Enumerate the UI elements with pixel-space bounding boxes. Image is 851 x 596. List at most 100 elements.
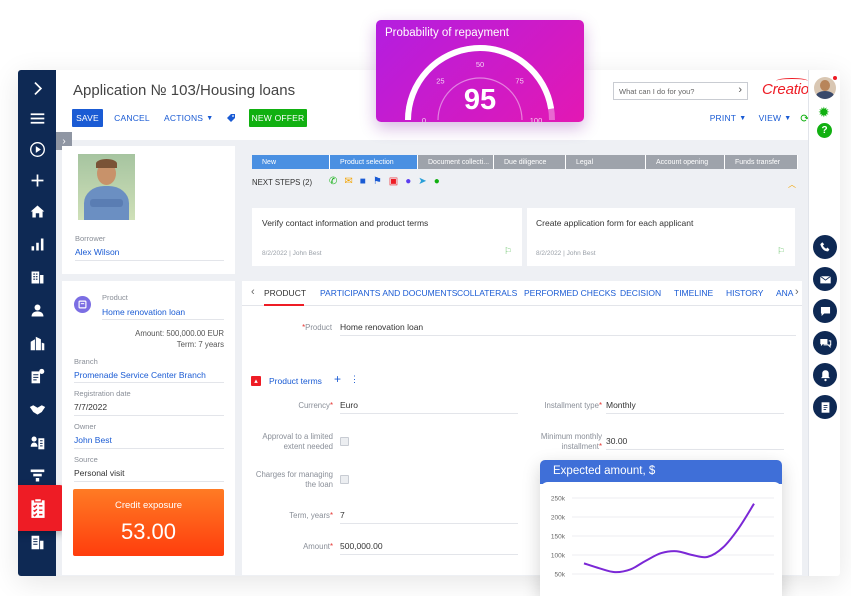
term-summary: Term: 7 years bbox=[176, 340, 224, 349]
play-icon[interactable] bbox=[24, 137, 50, 161]
next-steps-label[interactable]: NEXT STEPS (2) bbox=[252, 178, 312, 187]
product-value[interactable]: Home renovation loan bbox=[102, 307, 185, 317]
tab-5[interactable]: TIMELINE bbox=[674, 288, 713, 298]
chevron-down-icon: ▼ bbox=[784, 114, 792, 122]
approval-checkbox[interactable] bbox=[340, 437, 349, 446]
applications-nav-item-active[interactable] bbox=[18, 485, 65, 531]
tab-1[interactable]: PARTICIPANTS AND DOCUMENTS bbox=[320, 288, 457, 298]
tab-0[interactable]: PRODUCT bbox=[264, 288, 306, 298]
menu-icon[interactable] bbox=[24, 106, 50, 130]
tab-7[interactable]: ANA bbox=[776, 288, 793, 298]
documents-icon[interactable] bbox=[24, 364, 50, 388]
stage-5[interactable]: Account opening bbox=[646, 155, 725, 169]
command-line[interactable]: What can I do for you? › bbox=[613, 82, 748, 100]
product-field-label: *Product bbox=[302, 323, 332, 332]
chat-icon[interactable]: ■ bbox=[360, 177, 366, 187]
source-label: Source bbox=[74, 455, 98, 464]
chevron-up-icon[interactable]: ︿ bbox=[788, 179, 796, 190]
messenger-icon[interactable]: ● bbox=[405, 177, 411, 187]
term-value[interactable]: 7 bbox=[340, 510, 345, 520]
flag-icon[interactable]: ⚑ bbox=[373, 177, 382, 187]
task-title[interactable]: Verify contact information and product t… bbox=[262, 218, 428, 228]
chevron-right-icon[interactable] bbox=[24, 76, 50, 100]
view-button[interactable]: VIEW ▼ bbox=[759, 109, 791, 127]
owner-value[interactable]: John Best bbox=[74, 435, 112, 445]
left-navigation bbox=[18, 70, 65, 576]
registration-value[interactable]: 7/7/2022 bbox=[74, 402, 107, 412]
gear-icon[interactable]: ✹ bbox=[818, 105, 830, 119]
actions-button[interactable]: ACTIONS ▼ bbox=[164, 109, 213, 127]
more-icon[interactable]: ⋮ bbox=[350, 374, 359, 385]
stage-panel: New Product selection Document collecti...… bbox=[242, 146, 802, 202]
task-meta: 8/2/2022 | John Best bbox=[536, 250, 596, 257]
email-icon[interactable] bbox=[813, 267, 837, 291]
analytics-icon[interactable] bbox=[24, 232, 50, 256]
tab-3[interactable]: PERFORMED CHECKS bbox=[524, 288, 616, 298]
tab-2[interactable]: COLLATERALS bbox=[457, 288, 517, 298]
cancel-button[interactable]: CANCEL bbox=[114, 109, 150, 127]
chevron-right-icon[interactable]: › bbox=[738, 84, 742, 96]
handshake-icon[interactable] bbox=[24, 397, 50, 421]
task-card[interactable]: Create application form for each applica… bbox=[527, 208, 795, 266]
stage-0[interactable]: New bbox=[252, 155, 330, 169]
task-owner: John Best bbox=[292, 250, 322, 257]
branches-icon[interactable] bbox=[24, 430, 50, 454]
product-field-value[interactable]: Home renovation loan bbox=[340, 322, 423, 332]
buildings-icon[interactable] bbox=[24, 331, 50, 355]
flag-icon[interactable]: ⚐ bbox=[504, 246, 512, 257]
avatar[interactable] bbox=[814, 77, 836, 99]
accounts-icon[interactable] bbox=[24, 265, 50, 289]
telegram-icon[interactable]: ➤ bbox=[418, 177, 426, 187]
borrower-label: Borrower bbox=[75, 234, 106, 243]
print-button[interactable]: PRINT ▼ bbox=[710, 109, 746, 127]
reports-icon[interactable] bbox=[24, 530, 50, 554]
section-title[interactable]: Product terms bbox=[269, 376, 322, 386]
whatsapp-icon[interactable]: ● bbox=[434, 177, 440, 187]
home-icon[interactable] bbox=[24, 199, 50, 223]
chat-icon[interactable] bbox=[813, 299, 837, 323]
amount-value[interactable]: 500,000.00 bbox=[340, 541, 383, 551]
feed-icon[interactable] bbox=[813, 331, 837, 355]
stage-6[interactable]: Funds transfer bbox=[725, 155, 798, 169]
source-value[interactable]: Personal visit bbox=[74, 468, 125, 478]
tag-icon[interactable] bbox=[225, 109, 237, 127]
stage-2[interactable]: Document collecti... bbox=[418, 155, 494, 169]
borrower-name[interactable]: Alex Wilson bbox=[75, 247, 119, 257]
tab-6[interactable]: HISTORY bbox=[726, 288, 763, 298]
tab-4[interactable]: DECISION bbox=[620, 288, 661, 298]
owner-label: Owner bbox=[74, 422, 97, 431]
charges-checkbox[interactable] bbox=[340, 475, 349, 484]
bell-icon[interactable] bbox=[813, 363, 837, 387]
phone-icon[interactable]: ✆ bbox=[329, 177, 337, 187]
new-offer-button[interactable]: NEW OFFER bbox=[249, 109, 307, 127]
contacts-icon[interactable] bbox=[24, 298, 50, 322]
branch-value[interactable]: Promenade Service Center Branch bbox=[74, 370, 206, 380]
min-installment-value[interactable]: 30.00 bbox=[606, 436, 627, 446]
chart-y-tick-label: 50k bbox=[555, 572, 566, 579]
search-placeholder: What can I do for you? bbox=[619, 87, 695, 96]
task-title[interactable]: Create application form for each applica… bbox=[536, 218, 693, 228]
email-icon[interactable]: ✉ bbox=[344, 177, 352, 187]
phone-icon[interactable] bbox=[813, 235, 837, 259]
stage-4[interactable]: Legal bbox=[566, 155, 646, 169]
add-icon[interactable]: + bbox=[334, 372, 341, 386]
save-button[interactable]: SAVE bbox=[72, 109, 103, 127]
stage-1[interactable]: Product selection bbox=[330, 155, 418, 169]
product-label: Product bbox=[102, 293, 128, 302]
task-card[interactable]: Verify contact information and product t… bbox=[252, 208, 522, 266]
plus-icon[interactable] bbox=[24, 168, 50, 192]
flag-icon[interactable]: ⚐ bbox=[777, 246, 785, 257]
expected-amount-widget: Expected amount, $ 250k 200k 150k 100k 50k bbox=[540, 460, 782, 596]
task-meta: 8/2/2022 | John Best bbox=[262, 250, 322, 257]
help-icon[interactable]: ? bbox=[817, 123, 832, 138]
collapse-section-icon[interactable]: ▴ bbox=[251, 376, 261, 386]
chevron-right-icon[interactable]: › bbox=[795, 286, 799, 298]
installment-type-label: Installment type* bbox=[544, 401, 602, 410]
installment-type-value[interactable]: Monthly bbox=[606, 400, 636, 410]
chevron-left-icon[interactable]: ‹ bbox=[251, 286, 255, 298]
sms-icon[interactable]: ▣ bbox=[389, 177, 398, 187]
funnel-icon[interactable] bbox=[24, 463, 50, 487]
stage-3[interactable]: Due diligence bbox=[494, 155, 566, 169]
checklist-icon[interactable] bbox=[813, 395, 837, 419]
currency-value[interactable]: Euro bbox=[340, 400, 358, 410]
